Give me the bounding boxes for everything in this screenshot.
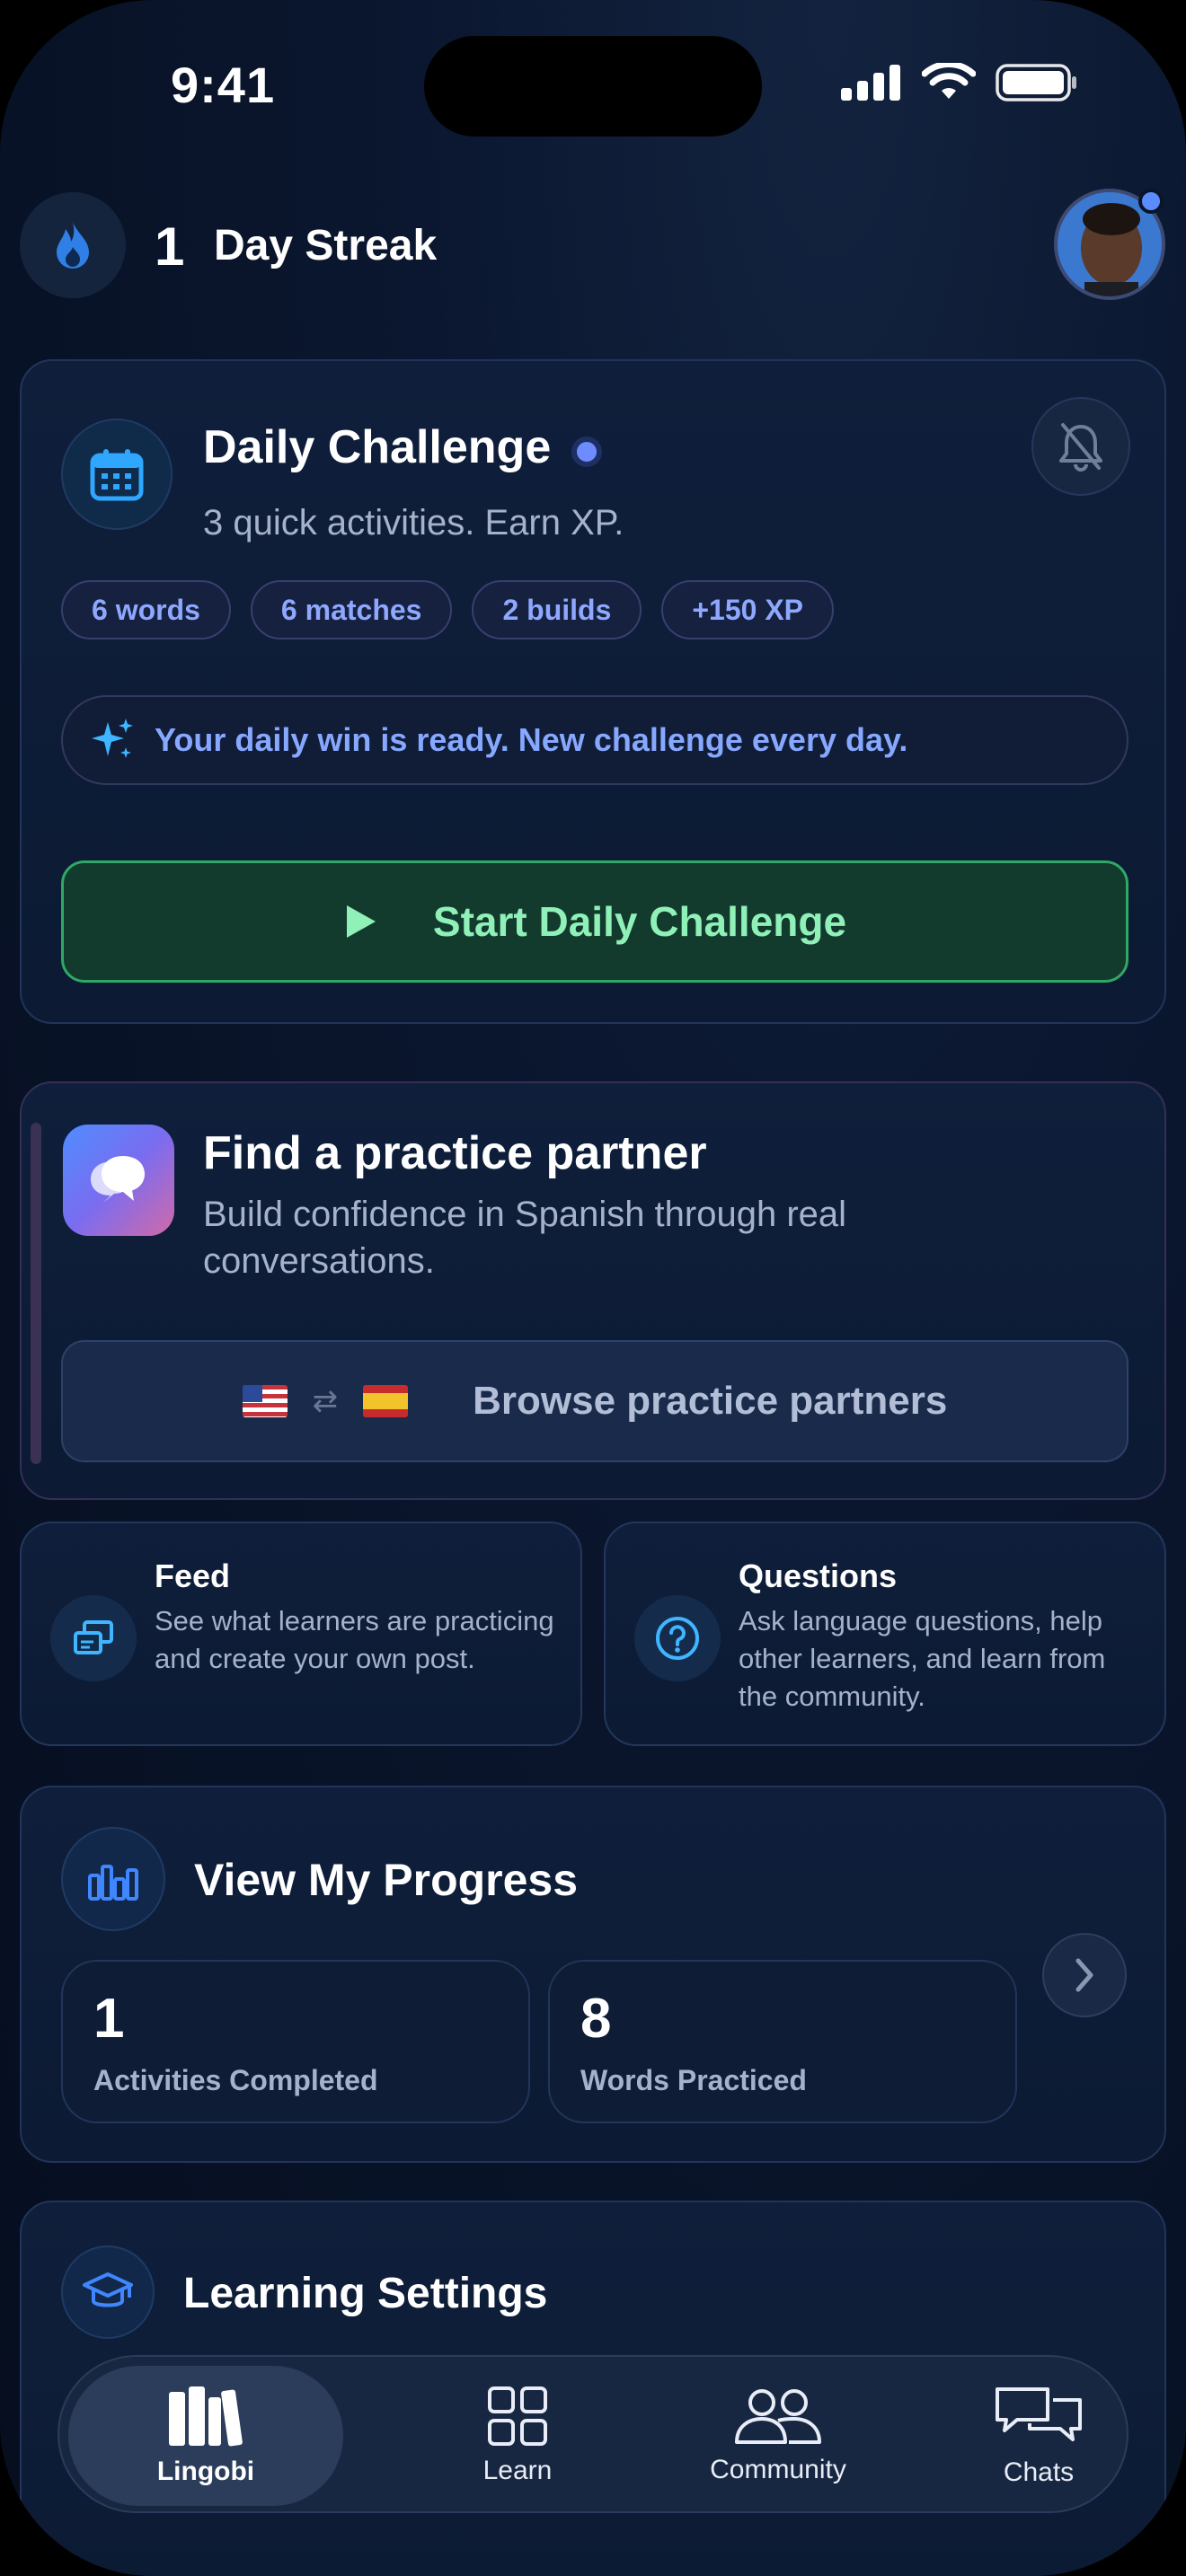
- start-daily-challenge-button[interactable]: Start Daily Challenge: [61, 860, 1128, 983]
- chat-bubbles-icon: [63, 1125, 174, 1236]
- chip-builds: 2 builds: [472, 580, 642, 640]
- challenge-status-dot: [571, 437, 602, 467]
- daily-challenge-card: Daily Challenge 3 quick activities. Earn…: [20, 359, 1166, 1024]
- partner-subtitle: Build confidence in Spanish through real…: [203, 1195, 847, 1281]
- notification-dot: [1138, 189, 1164, 214]
- stat-activities-label: Activities Completed: [93, 2064, 378, 2096]
- play-icon: [346, 905, 376, 938]
- status-icons: [841, 63, 1078, 102]
- progress-title: View My Progress: [194, 1855, 579, 1905]
- chat-bubbles-icon: [996, 2387, 1082, 2441]
- bell-off-icon: [1059, 423, 1102, 472]
- browse-partners-button[interactable]: ⇄ Browse practice partners: [61, 1340, 1128, 1462]
- chip-matches: 6 matches: [250, 580, 453, 640]
- stat-words: 8 Words Practiced: [548, 1960, 1017, 2123]
- tab-learn[interactable]: Learn: [401, 2366, 634, 2506]
- tab-community-label: Community: [710, 2455, 846, 2484]
- tab-chats[interactable]: Chats: [922, 2366, 1155, 2506]
- question-circle-icon: [634, 1595, 721, 1681]
- swap-arrows-icon: ⇄: [312, 1384, 339, 1418]
- tab-learn-label: Learn: [482, 2456, 553, 2485]
- tab-chats-label: Chats: [1003, 2457, 1075, 2487]
- battery-icon: [996, 64, 1076, 101]
- tab-community[interactable]: Community: [634, 2366, 922, 2506]
- feed-description: See what learners are practicing and cre…: [155, 1605, 554, 1674]
- stat-words-value: 8: [580, 1988, 612, 2050]
- graduation-cap-icon: [61, 2245, 155, 2339]
- questions-card[interactable]: Questions Ask language questions, help o…: [604, 1522, 1166, 1746]
- sparkles-icon: [92, 719, 133, 758]
- books-icon: [169, 2386, 243, 2447]
- progress-card[interactable]: View My Progress 1 Activities Completed …: [20, 1786, 1166, 2163]
- feed-card[interactable]: Feed See what learners are practicing an…: [20, 1522, 582, 1746]
- stat-activities-value: 1: [93, 1988, 125, 2050]
- card-accent-bar: [31, 1123, 41, 1464]
- stat-words-label: Words Practiced: [580, 2064, 807, 2096]
- feed-icon: [50, 1595, 137, 1681]
- chip-xp: +150 XP: [661, 580, 835, 640]
- tab-lingobi-label: Lingobi: [156, 2457, 255, 2486]
- practice-partner-card: Find a practice partner Build confidence…: [20, 1081, 1166, 1500]
- people-icon: [735, 2389, 821, 2444]
- spain-flag-icon: [363, 1385, 409, 1417]
- browse-partners-label: Browse practice partners: [473, 1379, 948, 1423]
- challenge-chips: 6 words 6 matches 2 builds +150 XP: [61, 580, 835, 640]
- streak-label: Day Streak: [214, 222, 438, 269]
- daily-tip-banner: Your daily win is ready. New challenge e…: [61, 695, 1128, 785]
- daily-challenge-subtitle: 3 quick activities. Earn XP.: [203, 503, 624, 543]
- app-screen: 9:41 1 Day Streak Daily Challenge 3 quic…: [0, 0, 1186, 2576]
- dynamic-island: [424, 36, 762, 137]
- progress-open-button[interactable]: [1042, 1933, 1127, 2017]
- chevron-right-icon: [1075, 1958, 1093, 1992]
- learning-settings-title: Learning Settings: [183, 2270, 548, 2317]
- calendar-icon: [61, 419, 173, 530]
- feed-title: Feed: [155, 1557, 231, 1594]
- tab-lingobi[interactable]: Lingobi: [68, 2366, 343, 2506]
- us-flag-icon: [242, 1385, 288, 1417]
- chip-words: 6 words: [61, 580, 231, 640]
- streak-count: 1: [155, 216, 185, 277]
- stat-activities: 1 Activities Completed: [61, 1960, 530, 2123]
- status-time: 9:41: [171, 57, 276, 113]
- questions-description: Ask language questions, help other learn…: [739, 1605, 1106, 1712]
- bar-chart-icon: [61, 1827, 165, 1931]
- daily-tip-text: Your daily win is ready. New challenge e…: [155, 721, 908, 758]
- questions-title: Questions: [739, 1557, 898, 1594]
- cellular-signal-icon: [841, 65, 900, 101]
- streak-button[interactable]: [20, 192, 126, 298]
- partner-title: Find a practice partner: [203, 1127, 707, 1179]
- wifi-icon: [922, 63, 976, 99]
- reminder-toggle-button[interactable]: [1031, 397, 1130, 496]
- start-button-label: Start Daily Challenge: [432, 898, 847, 945]
- grid-icon: [488, 2386, 547, 2446]
- bottom-tab-bar: Lingobi Learn Community Chats: [58, 2355, 1128, 2513]
- daily-challenge-title: Daily Challenge: [203, 421, 552, 473]
- flame-icon: [57, 222, 89, 269]
